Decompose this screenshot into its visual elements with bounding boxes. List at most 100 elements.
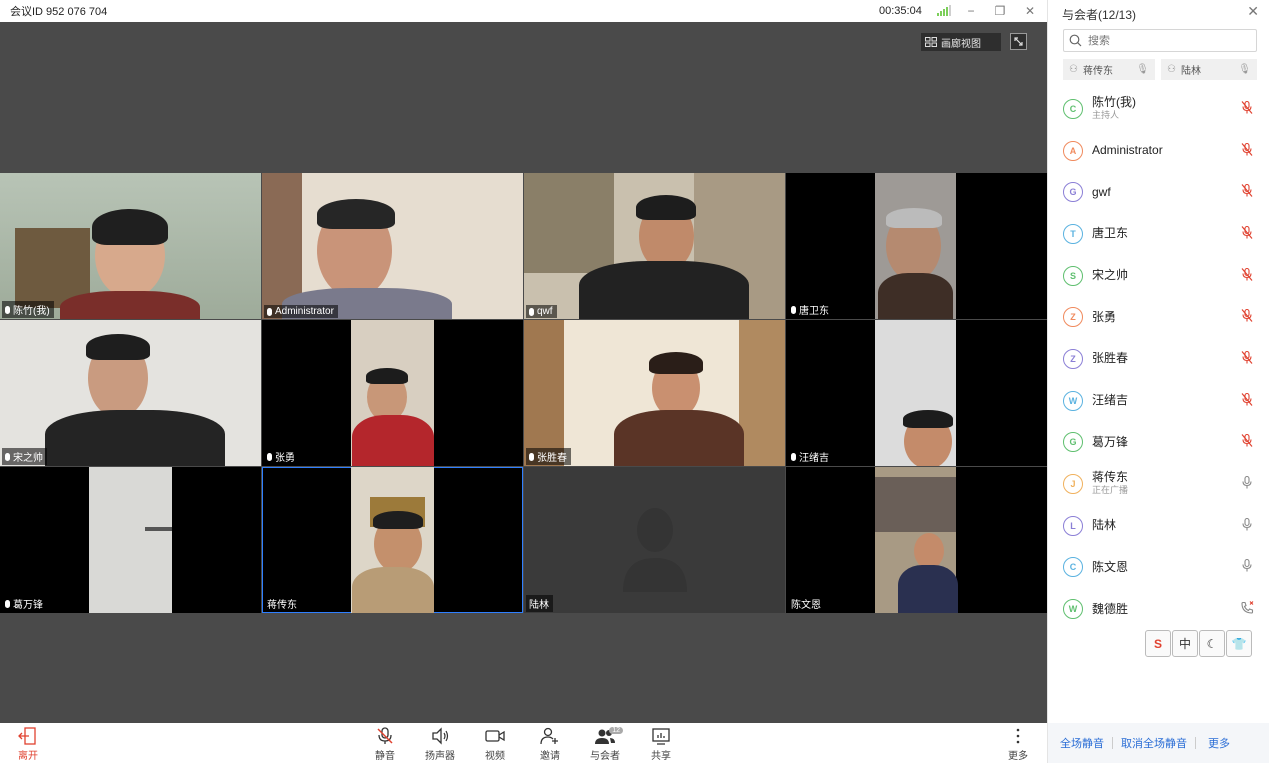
participant-name: 陈竹(我) xyxy=(1092,94,1136,109)
participant-row[interactable]: Z 张勇 xyxy=(1048,296,1269,338)
video-tile[interactable]: 唐卫东 xyxy=(786,173,1047,319)
minimize-button[interactable]: − xyxy=(961,2,981,20)
video-tile[interactable]: 张胜春 xyxy=(524,320,785,466)
participant-name-block: 魏德胜 xyxy=(1092,601,1129,616)
video-tile-no-video[interactable]: 陆林 xyxy=(524,467,785,613)
participant-row[interactable]: L 陆林 xyxy=(1048,505,1269,547)
panel-more-button[interactable]: 更多 xyxy=(1208,735,1230,751)
avatar: C xyxy=(1063,98,1083,119)
ime-logo-icon[interactable]: S xyxy=(1145,630,1171,657)
microphone-muted-icon[interactable] xyxy=(1240,100,1254,117)
microphone-muted-icon[interactable] xyxy=(1240,309,1254,326)
participant-row[interactable]: W 汪绪吉 xyxy=(1048,380,1269,422)
search-input[interactable] xyxy=(1088,34,1248,47)
participant-row[interactable]: Ggwf xyxy=(1048,171,1269,213)
ime-toolbar: S 中 ☾ 👕 xyxy=(1145,630,1252,657)
speaking-chip[interactable]: ⚇ 陆林 🎙 xyxy=(1161,59,1257,80)
participant-name-block: Administrator xyxy=(1092,144,1163,157)
unmute-all-button[interactable]: 取消全场静音 xyxy=(1121,735,1187,751)
microphone-muted-icon[interactable] xyxy=(1240,350,1254,367)
participant-row[interactable]: G 葛万锋 xyxy=(1048,422,1269,464)
participant-name: 魏德胜 xyxy=(1092,601,1129,616)
participant-role: 正在广播 xyxy=(1092,485,1129,496)
mic-icon xyxy=(5,599,10,608)
close-panel-button[interactable]: ✕ xyxy=(1247,3,1259,20)
microphone-icon[interactable] xyxy=(1240,475,1254,493)
participant-row[interactable]: S 宋之帅 xyxy=(1048,255,1269,297)
speaking-chip[interactable]: ⚇ 蒋传东 🎙 xyxy=(1063,59,1155,80)
microphone-muted-icon[interactable] xyxy=(1240,392,1254,409)
restore-button[interactable]: ❐ xyxy=(990,2,1010,20)
share-button[interactable]: 共享 xyxy=(641,727,681,762)
video-tile[interactable]: 陈文恩 xyxy=(786,467,1047,613)
speaker-icon xyxy=(432,727,449,745)
fullscreen-button[interactable] xyxy=(1010,33,1027,50)
tile-name-label: 张胜春 xyxy=(526,448,571,465)
participant-row[interactable]: W 魏德胜 xyxy=(1048,588,1269,630)
search-box[interactable] xyxy=(1063,29,1257,52)
mic-icon xyxy=(529,452,534,461)
more-vertical-icon xyxy=(1016,728,1020,744)
avatar: A xyxy=(1063,140,1083,161)
video-stage: 画廊视图 陈竹(我) Administrator qwf 唐卫东 宋之帅 张勇 … xyxy=(0,22,1047,723)
participant-name: 蒋传东 xyxy=(1092,470,1129,485)
leave-button[interactable]: 离开 xyxy=(8,727,48,762)
invite-button[interactable]: 邀请 xyxy=(530,727,570,762)
video-tile[interactable]: 葛万锋 xyxy=(0,467,261,613)
tile-name-label: 汪绪吉 xyxy=(788,448,833,465)
participant-row[interactable]: T 唐卫东 xyxy=(1048,213,1269,255)
video-tile-active-speaker[interactable]: 蒋传东 xyxy=(262,467,523,613)
participant-row[interactable]: C 陈文恩 xyxy=(1048,547,1269,589)
meeting-toolbar: 离开 静音 扬声器 视频 邀请 12 与会者 共享 更多 xyxy=(0,723,1047,763)
participant-name-block: 陆林 xyxy=(1092,519,1116,532)
speaker-button[interactable]: 扬声器 xyxy=(420,727,460,762)
add-person-icon xyxy=(540,727,558,745)
tile-name-label: Administrator xyxy=(264,305,338,318)
more-button[interactable]: 更多 xyxy=(998,727,1038,762)
video-tile[interactable]: 宋之帅 xyxy=(0,320,261,466)
video-grid: 陈竹(我) Administrator qwf 唐卫东 宋之帅 张勇 张胜春 汪… xyxy=(0,173,1047,613)
mic-icon xyxy=(791,305,796,314)
video-tile[interactable]: 张勇 xyxy=(262,320,523,466)
participant-row[interactable]: Z 张胜春 xyxy=(1048,338,1269,380)
participant-row[interactable]: J 蒋传东 正在广播 xyxy=(1048,463,1269,505)
mute-button[interactable]: 静音 xyxy=(365,727,405,762)
mic-icon xyxy=(529,307,534,316)
moon-icon[interactable]: ☾ xyxy=(1199,630,1225,657)
microphone-icon[interactable] xyxy=(1240,559,1254,576)
participant-row[interactable]: C 陈竹(我) 主持人 xyxy=(1048,88,1269,130)
avatar: W xyxy=(1063,599,1083,620)
video-tile[interactable]: Administrator xyxy=(262,173,523,319)
close-window-button[interactable]: ✕ xyxy=(1020,2,1040,20)
mic-icon xyxy=(791,452,796,461)
ime-chinese-toggle[interactable]: 中 xyxy=(1172,630,1198,657)
avatar: T xyxy=(1063,223,1083,244)
microphone-icon[interactable] xyxy=(1240,517,1254,534)
microphone-muted-icon[interactable] xyxy=(1240,225,1254,242)
avatar: Z xyxy=(1063,348,1083,369)
video-button[interactable]: 视频 xyxy=(475,727,515,762)
mute-all-button[interactable]: 全场静音 xyxy=(1060,735,1104,751)
microphone-muted-icon[interactable] xyxy=(1240,184,1254,201)
microphone-muted-icon[interactable] xyxy=(1240,267,1254,284)
fullscreen-icon xyxy=(1014,37,1023,46)
participant-name-block: 蒋传东 正在广播 xyxy=(1092,471,1128,497)
microphone-muted-icon[interactable] xyxy=(1240,434,1254,451)
panel-title: 与会者(12/13) xyxy=(1062,8,1137,22)
signal-strength-icon xyxy=(937,5,951,16)
video-tile[interactable]: 陈竹(我) xyxy=(0,173,261,319)
participant-row[interactable]: A Administrator xyxy=(1048,130,1269,172)
avatar: Z xyxy=(1063,307,1083,328)
gallery-view-button[interactable]: 画廊视图 xyxy=(921,33,1001,51)
participant-name: gwf xyxy=(1092,184,1111,199)
grid-icon xyxy=(925,37,937,47)
microphone-muted-icon xyxy=(377,727,393,744)
video-tile[interactable]: qwf xyxy=(524,173,785,319)
microphone-muted-icon[interactable] xyxy=(1240,142,1254,159)
video-tile[interactable]: 汪绪吉 xyxy=(786,320,1047,466)
tile-name-label: 宋之帅 xyxy=(2,448,47,465)
participants-button[interactable]: 12 与会者 xyxy=(585,727,625,762)
skin-icon[interactable]: 👕 xyxy=(1226,630,1252,657)
phone-hangup-icon[interactable] xyxy=(1240,601,1254,618)
share-screen-icon xyxy=(652,728,670,745)
